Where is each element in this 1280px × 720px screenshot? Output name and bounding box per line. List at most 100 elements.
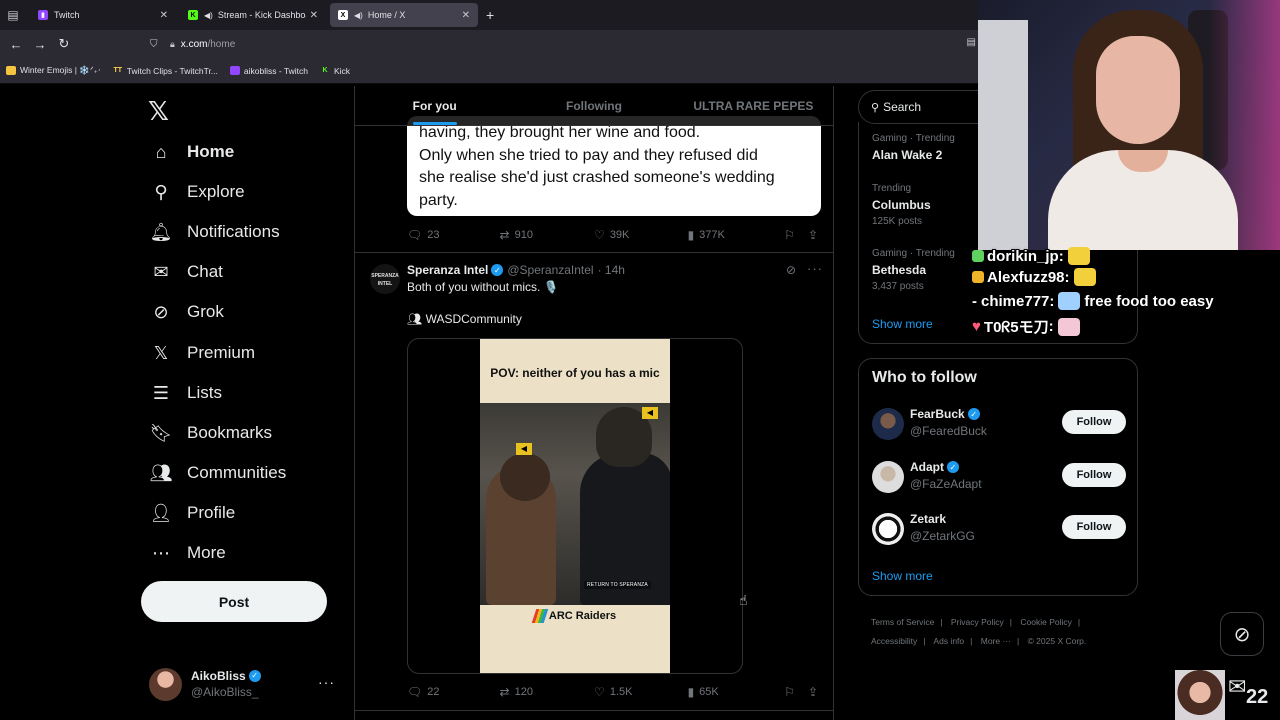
repost-button[interactable]: ⇄ 910 xyxy=(500,228,595,242)
bookmark-winter-emojis[interactable]: Winter Emojis | ❄️ᐟ₊‧ xyxy=(6,65,101,76)
post-button[interactable]: Post xyxy=(141,581,327,622)
repost-button[interactable]: ⇄ 120 xyxy=(500,685,595,699)
nav-explore[interactable]: ⚲ Explore xyxy=(150,177,244,207)
follow-button[interactable]: Follow xyxy=(1062,463,1126,487)
more-options-icon[interactable]: ··· xyxy=(807,261,823,276)
follow-button[interactable]: Follow xyxy=(1062,515,1126,539)
grok-icon[interactable]: ⊘ xyxy=(786,263,796,277)
messages-floating-button[interactable]: ✉ 22 xyxy=(1226,672,1276,716)
trend-item[interactable]: Trending Columbus 125K posts xyxy=(872,182,931,228)
author-handle[interactable]: @SperanzaIntel xyxy=(507,263,593,277)
close-tab-icon[interactable]: ✕ xyxy=(160,10,168,21)
bookmark-button[interactable]: ⚐ xyxy=(784,228,808,242)
reply-button[interactable]: 🗨︎ 23 xyxy=(407,228,500,242)
views-button[interactable]: ▮ 377K xyxy=(688,228,785,242)
suggestion-name[interactable]: Zetark xyxy=(910,512,946,526)
follow-suggestion[interactable]: FearBuck ✓ @FearedBuck Follow xyxy=(872,407,1126,441)
emote-icon xyxy=(1057,317,1080,336)
trend-item[interactable]: Gaming · Trending Bethesda 3,437 posts xyxy=(872,247,955,293)
close-tab-icon[interactable]: ✕ xyxy=(310,10,318,21)
verified-badge-icon: ✓ xyxy=(967,408,980,420)
tab-kick-dashboard[interactable]: K ◀) Stream - Kick Dashboard ✕ xyxy=(180,3,326,27)
shield-icon[interactable]: ⛉ xyxy=(150,39,164,50)
trends-show-more-link[interactable]: Show more xyxy=(872,317,933,331)
nav-lists[interactable]: ☰ Lists xyxy=(150,378,222,408)
bookmark-kick[interactable]: K Kick xyxy=(320,66,350,76)
forward-icon[interactable]: → xyxy=(28,37,52,52)
reader-view-icon[interactable]: ▤ xyxy=(967,37,976,48)
footer-link[interactable]: More ··· xyxy=(981,636,1011,646)
tab-ultra-rare-pepes[interactable]: ULTRA RARE PEPES xyxy=(674,86,833,125)
tab-twitch[interactable]: ▮ Twitch ✕ xyxy=(30,3,176,27)
community-tag[interactable]: 👥︎ WASDCommunity xyxy=(407,312,522,326)
x-logo-icon[interactable]: 𝕏 xyxy=(148,96,169,127)
suggestion-name[interactable]: FearBuck xyxy=(910,407,965,421)
suggestion-name[interactable]: Adapt xyxy=(910,460,944,474)
footer-link[interactable]: Ads info xyxy=(933,636,964,646)
tweet-video[interactable]: POV: neither of you has a mic ◀ ◀ RETURN… xyxy=(407,338,743,674)
streamer-face xyxy=(1096,36,1180,144)
nav-communities[interactable]: 👥︎ Communities xyxy=(150,458,287,488)
video-overlay-text: RETURN TO SPERANZA xyxy=(584,581,651,589)
follow-suggestion[interactable]: Adapt ✓ @FaZeAdapt Follow xyxy=(872,460,1126,494)
nav-notifications[interactable]: 🔔︎ Notifications xyxy=(150,217,280,247)
tab-list-icon[interactable]: ▤ xyxy=(0,0,26,30)
kick-icon: K xyxy=(188,10,198,20)
suggestion-handle[interactable]: @ZetarkGG xyxy=(910,529,975,543)
share-button[interactable]: ⇪ xyxy=(808,685,823,699)
avatar[interactable] xyxy=(872,408,904,440)
nav-bookmarks[interactable]: 🔖︎ Bookmarks xyxy=(150,418,272,448)
tab-for-you[interactable]: For you xyxy=(355,86,514,125)
close-tab-icon[interactable]: ✕ xyxy=(462,10,470,21)
footer-link[interactable]: Accessibility xyxy=(871,636,917,646)
suggestion-handle[interactable]: @FearedBuck xyxy=(910,424,987,438)
nav-profile[interactable]: 👤︎ Profile xyxy=(150,498,236,528)
lock-icon[interactable]: 🔒︎ xyxy=(170,39,175,50)
follow-show-more-link[interactable]: Show more xyxy=(872,569,933,583)
nav-home[interactable]: ⌂ Home xyxy=(150,137,235,167)
suggestion-handle[interactable]: @FaZeAdapt xyxy=(910,477,982,491)
panel-title: Who to follow xyxy=(872,369,977,386)
footer-link[interactable]: Privacy Policy xyxy=(951,617,1004,627)
footer-link[interactable]: Terms of Service xyxy=(871,617,934,627)
new-tab-icon[interactable]: + xyxy=(486,7,494,23)
back-icon[interactable]: ← xyxy=(4,37,28,52)
like-button[interactable]: ♡ 39K xyxy=(594,228,688,242)
follow-button[interactable]: Follow xyxy=(1062,410,1126,434)
trend-item[interactable]: Gaming · Trending Alan Wake 2 xyxy=(872,132,955,165)
footer-link[interactable]: Cookie Policy xyxy=(1020,617,1072,627)
bookmark-aikobliss-twitch[interactable]: aikobliss - Twitch xyxy=(229,66,308,76)
author-name[interactable]: Speranza Intel xyxy=(407,263,488,277)
url-bar[interactable]: ⛉ 🔒︎ x.com/home ▤ xyxy=(150,33,978,55)
tab-following[interactable]: Following xyxy=(514,86,673,125)
speaker-icon[interactable]: ◀) xyxy=(204,11,213,20)
nav-more[interactable]: ⋯ More xyxy=(150,538,226,568)
nav-label: Notifications xyxy=(187,222,280,241)
tweet-time[interactable]: · 14h xyxy=(598,263,625,277)
follow-suggestion[interactable]: Zetark @ZetarkGG Follow xyxy=(872,512,1126,546)
account-switcher[interactable]: AikoBliss ✓ @AikoBliss_ ··· xyxy=(149,666,345,702)
tab-home-x[interactable]: X ◀) Home / X ✕ xyxy=(330,3,478,27)
bookmark-twitch-clips[interactable]: TT Twitch Clips - TwitchTr... xyxy=(113,66,217,76)
nav-grok[interactable]: ⊘ Grok xyxy=(150,297,223,327)
bookmark-button[interactable]: ⚐ xyxy=(784,685,808,699)
avatar[interactable] xyxy=(872,461,904,493)
speaker-icon[interactable]: ◀) xyxy=(354,11,363,20)
nav-premium[interactable]: 𝕏 Premium xyxy=(150,338,255,368)
twitchtracker-icon: TT xyxy=(113,67,123,74)
video-frame[interactable]: POV: neither of you has a mic ◀ ◀ RETURN… xyxy=(480,339,670,673)
share-button[interactable]: ⇪ xyxy=(808,228,823,242)
avatar[interactable] xyxy=(872,513,904,545)
share-icon: ⇪ xyxy=(807,228,818,242)
avatar[interactable]: SPERANZA INTEL xyxy=(370,264,400,294)
more-options-icon[interactable]: ··· xyxy=(318,674,335,690)
nav-chat[interactable]: ✉ Chat xyxy=(150,257,222,287)
bookmark-icon: ⚐ xyxy=(784,228,795,242)
tweet-image-text-card[interactable]: having, they brought her wine and food. … xyxy=(407,116,821,216)
reply-button[interactable]: 🗨︎ 22 xyxy=(407,685,500,699)
like-button[interactable]: ♡ 1.5K xyxy=(594,685,688,699)
trend-category: Gaming · Trending xyxy=(872,248,955,259)
reload-icon[interactable]: ↻ xyxy=(52,36,76,52)
views-button[interactable]: ▮ 65K xyxy=(688,685,785,699)
grok-floating-button[interactable]: ⊘ xyxy=(1220,612,1264,656)
